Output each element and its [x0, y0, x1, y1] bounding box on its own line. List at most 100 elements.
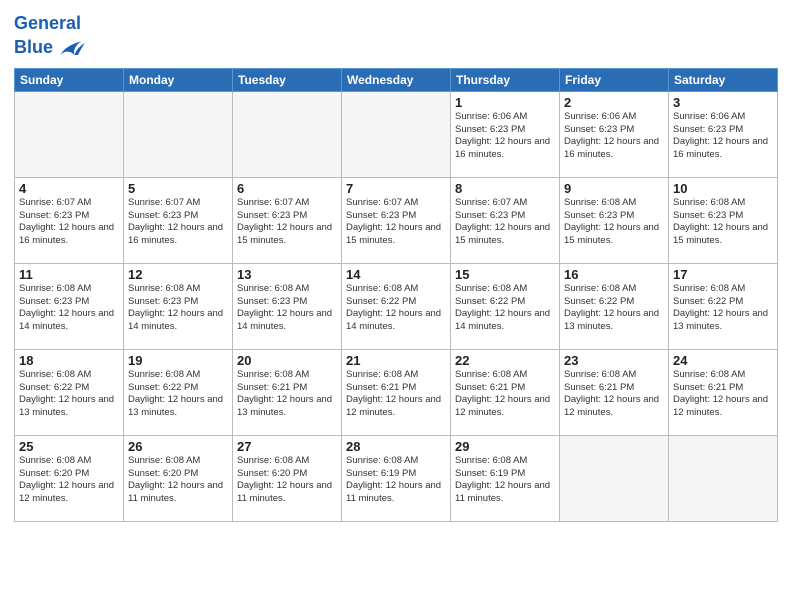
day-number: 26 [128, 439, 228, 454]
logo: General Blue [14, 14, 85, 62]
day-number: 6 [237, 181, 337, 196]
day-number: 1 [455, 95, 555, 110]
logo-general: General [14, 13, 81, 33]
calendar-cell: 10Sunrise: 6:08 AM Sunset: 6:23 PM Dayli… [669, 177, 778, 263]
day-number: 28 [346, 439, 446, 454]
calendar-cell: 12Sunrise: 6:08 AM Sunset: 6:23 PM Dayli… [124, 263, 233, 349]
day-number: 18 [19, 353, 119, 368]
calendar-cell: 22Sunrise: 6:08 AM Sunset: 6:21 PM Dayli… [451, 349, 560, 435]
weekday-header-thursday: Thursday [451, 68, 560, 91]
day-number: 5 [128, 181, 228, 196]
day-info: Sunrise: 6:08 AM Sunset: 6:22 PM Dayligh… [19, 369, 119, 420]
day-number: 17 [673, 267, 773, 282]
calendar-cell [342, 91, 451, 177]
calendar-cell: 25Sunrise: 6:08 AM Sunset: 6:20 PM Dayli… [15, 435, 124, 521]
calendar-week-row: 18Sunrise: 6:08 AM Sunset: 6:22 PM Dayli… [15, 349, 778, 435]
day-info: Sunrise: 6:07 AM Sunset: 6:23 PM Dayligh… [128, 197, 228, 248]
calendar-week-row: 4Sunrise: 6:07 AM Sunset: 6:23 PM Daylig… [15, 177, 778, 263]
calendar-cell: 28Sunrise: 6:08 AM Sunset: 6:19 PM Dayli… [342, 435, 451, 521]
day-number: 10 [673, 181, 773, 196]
day-number: 9 [564, 181, 664, 196]
day-info: Sunrise: 6:08 AM Sunset: 6:22 PM Dayligh… [128, 369, 228, 420]
calendar-cell: 3Sunrise: 6:06 AM Sunset: 6:23 PM Daylig… [669, 91, 778, 177]
day-info: Sunrise: 6:06 AM Sunset: 6:23 PM Dayligh… [564, 111, 664, 162]
day-number: 4 [19, 181, 119, 196]
day-number: 24 [673, 353, 773, 368]
calendar-cell: 19Sunrise: 6:08 AM Sunset: 6:22 PM Dayli… [124, 349, 233, 435]
weekday-header-friday: Friday [560, 68, 669, 91]
day-info: Sunrise: 6:06 AM Sunset: 6:23 PM Dayligh… [455, 111, 555, 162]
calendar-cell: 23Sunrise: 6:08 AM Sunset: 6:21 PM Dayli… [560, 349, 669, 435]
day-number: 16 [564, 267, 664, 282]
day-number: 11 [19, 267, 119, 282]
day-number: 20 [237, 353, 337, 368]
day-info: Sunrise: 6:08 AM Sunset: 6:22 PM Dayligh… [564, 283, 664, 334]
day-info: Sunrise: 6:08 AM Sunset: 6:23 PM Dayligh… [237, 283, 337, 334]
calendar-cell: 16Sunrise: 6:08 AM Sunset: 6:22 PM Dayli… [560, 263, 669, 349]
calendar-cell: 13Sunrise: 6:08 AM Sunset: 6:23 PM Dayli… [233, 263, 342, 349]
day-number: 14 [346, 267, 446, 282]
calendar-cell: 21Sunrise: 6:08 AM Sunset: 6:21 PM Dayli… [342, 349, 451, 435]
weekday-header-tuesday: Tuesday [233, 68, 342, 91]
day-info: Sunrise: 6:08 AM Sunset: 6:23 PM Dayligh… [19, 283, 119, 334]
day-number: 25 [19, 439, 119, 454]
header: General Blue [14, 10, 778, 62]
page: General Blue SundayMondayTuesdayWednesda… [0, 0, 792, 612]
calendar-cell: 14Sunrise: 6:08 AM Sunset: 6:22 PM Dayli… [342, 263, 451, 349]
day-number: 13 [237, 267, 337, 282]
day-number: 29 [455, 439, 555, 454]
day-info: Sunrise: 6:08 AM Sunset: 6:21 PM Dayligh… [564, 369, 664, 420]
calendar-week-row: 11Sunrise: 6:08 AM Sunset: 6:23 PM Dayli… [15, 263, 778, 349]
day-number: 22 [455, 353, 555, 368]
day-info: Sunrise: 6:08 AM Sunset: 6:22 PM Dayligh… [673, 283, 773, 334]
day-info: Sunrise: 6:08 AM Sunset: 6:21 PM Dayligh… [346, 369, 446, 420]
weekday-header-sunday: Sunday [15, 68, 124, 91]
weekday-header-saturday: Saturday [669, 68, 778, 91]
day-info: Sunrise: 6:07 AM Sunset: 6:23 PM Dayligh… [237, 197, 337, 248]
logo-bird-icon [57, 34, 85, 62]
day-info: Sunrise: 6:08 AM Sunset: 6:23 PM Dayligh… [564, 197, 664, 248]
calendar-cell: 4Sunrise: 6:07 AM Sunset: 6:23 PM Daylig… [15, 177, 124, 263]
calendar-cell: 18Sunrise: 6:08 AM Sunset: 6:22 PM Dayli… [15, 349, 124, 435]
weekday-header-wednesday: Wednesday [342, 68, 451, 91]
calendar-table: SundayMondayTuesdayWednesdayThursdayFrid… [14, 68, 778, 522]
weekday-header-row: SundayMondayTuesdayWednesdayThursdayFrid… [15, 68, 778, 91]
day-info: Sunrise: 6:08 AM Sunset: 6:20 PM Dayligh… [237, 455, 337, 506]
day-info: Sunrise: 6:08 AM Sunset: 6:19 PM Dayligh… [455, 455, 555, 506]
day-info: Sunrise: 6:08 AM Sunset: 6:21 PM Dayligh… [237, 369, 337, 420]
calendar-cell: 8Sunrise: 6:07 AM Sunset: 6:23 PM Daylig… [451, 177, 560, 263]
logo-blue: Blue [14, 37, 53, 58]
calendar-cell [233, 91, 342, 177]
calendar-cell: 7Sunrise: 6:07 AM Sunset: 6:23 PM Daylig… [342, 177, 451, 263]
day-number: 12 [128, 267, 228, 282]
calendar-cell: 29Sunrise: 6:08 AM Sunset: 6:19 PM Dayli… [451, 435, 560, 521]
day-number: 21 [346, 353, 446, 368]
day-info: Sunrise: 6:08 AM Sunset: 6:20 PM Dayligh… [128, 455, 228, 506]
day-number: 3 [673, 95, 773, 110]
calendar-cell: 6Sunrise: 6:07 AM Sunset: 6:23 PM Daylig… [233, 177, 342, 263]
day-number: 19 [128, 353, 228, 368]
day-info: Sunrise: 6:07 AM Sunset: 6:23 PM Dayligh… [346, 197, 446, 248]
calendar-cell: 5Sunrise: 6:07 AM Sunset: 6:23 PM Daylig… [124, 177, 233, 263]
logo-text: General [14, 14, 85, 34]
day-info: Sunrise: 6:08 AM Sunset: 6:23 PM Dayligh… [128, 283, 228, 334]
day-info: Sunrise: 6:07 AM Sunset: 6:23 PM Dayligh… [455, 197, 555, 248]
weekday-header-monday: Monday [124, 68, 233, 91]
day-number: 8 [455, 181, 555, 196]
calendar-cell: 24Sunrise: 6:08 AM Sunset: 6:21 PM Dayli… [669, 349, 778, 435]
calendar-cell: 26Sunrise: 6:08 AM Sunset: 6:20 PM Dayli… [124, 435, 233, 521]
calendar-cell: 1Sunrise: 6:06 AM Sunset: 6:23 PM Daylig… [451, 91, 560, 177]
calendar-cell [15, 91, 124, 177]
calendar-cell [669, 435, 778, 521]
day-info: Sunrise: 6:08 AM Sunset: 6:19 PM Dayligh… [346, 455, 446, 506]
calendar-cell: 15Sunrise: 6:08 AM Sunset: 6:22 PM Dayli… [451, 263, 560, 349]
calendar-week-row: 25Sunrise: 6:08 AM Sunset: 6:20 PM Dayli… [15, 435, 778, 521]
day-number: 2 [564, 95, 664, 110]
day-number: 27 [237, 439, 337, 454]
calendar-week-row: 1Sunrise: 6:06 AM Sunset: 6:23 PM Daylig… [15, 91, 778, 177]
day-info: Sunrise: 6:07 AM Sunset: 6:23 PM Dayligh… [19, 197, 119, 248]
day-info: Sunrise: 6:08 AM Sunset: 6:21 PM Dayligh… [455, 369, 555, 420]
day-info: Sunrise: 6:06 AM Sunset: 6:23 PM Dayligh… [673, 111, 773, 162]
day-info: Sunrise: 6:08 AM Sunset: 6:20 PM Dayligh… [19, 455, 119, 506]
day-info: Sunrise: 6:08 AM Sunset: 6:23 PM Dayligh… [673, 197, 773, 248]
